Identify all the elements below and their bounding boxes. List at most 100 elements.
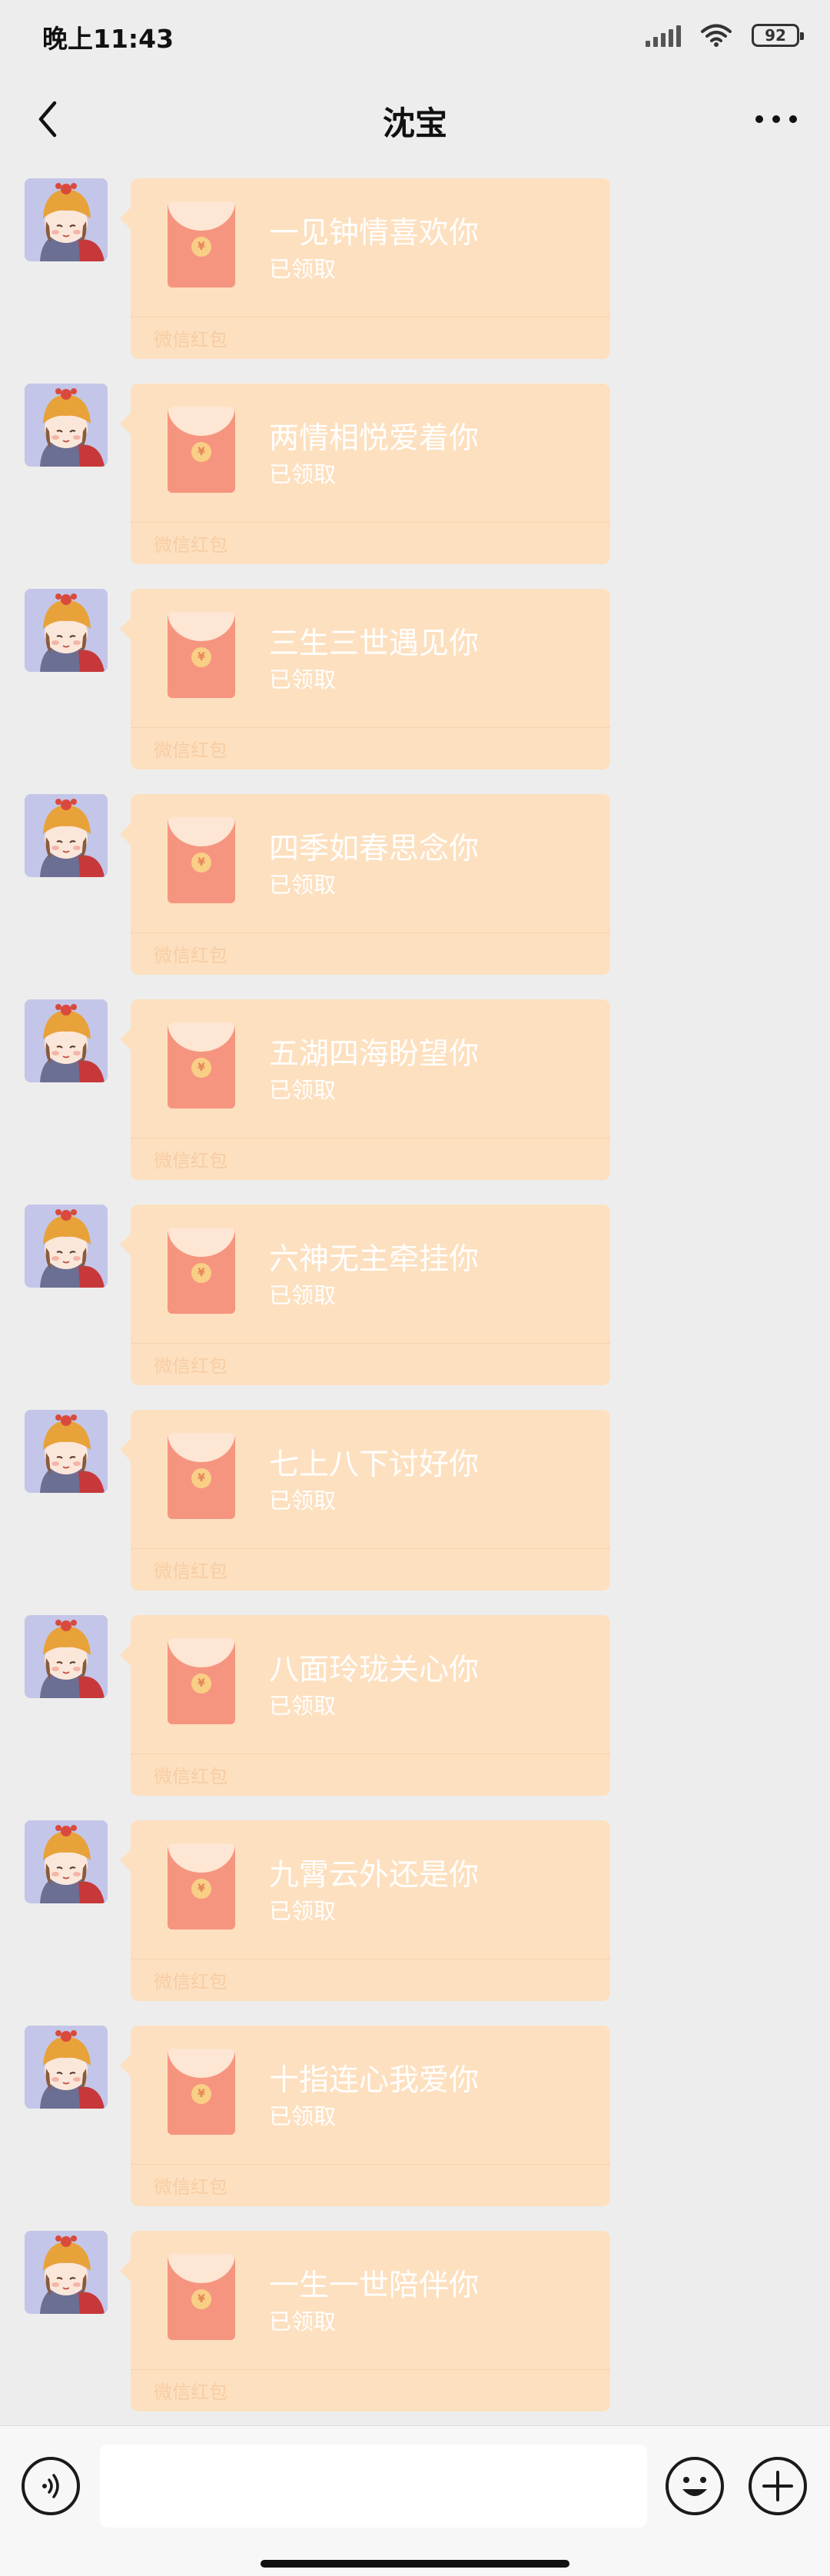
red-packet-icon: ¥ — [168, 1228, 235, 1314]
red-packet-icon: ¥ — [168, 1843, 235, 1930]
red-packet-bubble[interactable]: ¥ 三生三世遇见你 已领取 微信红包 — [120, 589, 610, 769]
message-row: ¥ 五湖四海盼望你 已领取 微信红包 — [0, 999, 830, 1180]
red-packet-coin: ¥ — [191, 1058, 211, 1078]
signal-icon — [646, 24, 681, 47]
red-packet-bubble[interactable]: ¥ 一生一世陪伴你 已领取 微信红包 — [120, 2231, 610, 2411]
red-packet-bubble[interactable]: ¥ 九霄云外还是你 已领取 微信红包 — [120, 1820, 610, 2001]
message-row: ¥ 七上八下讨好你 已领取 微信红包 — [0, 1410, 830, 1590]
avatar[interactable] — [25, 1410, 108, 1493]
red-packet-bubble[interactable]: ¥ 两情相悦爱着你 已领取 微信红包 — [120, 384, 610, 564]
red-packet-divider — [131, 2369, 610, 2370]
message-row: ¥ 十指连心我爱你 已领取 微信红包 — [0, 2026, 830, 2206]
red-packet-status: 已领取 — [269, 1898, 337, 1924]
red-packet-bubble[interactable]: ¥ 八面玲珑关心你 已领取 微信红包 — [120, 1615, 610, 1796]
red-packet-icon: ¥ — [168, 2049, 235, 2135]
red-packet-title: 五湖四海盼望你 — [269, 1037, 480, 1072]
red-packet-icon: ¥ — [168, 2254, 235, 2340]
avatar[interactable] — [25, 2026, 108, 2109]
red-packet-title: 一见钟情喜欢你 — [269, 216, 480, 251]
red-packet-status: 已领取 — [269, 2308, 337, 2335]
avatar-image — [25, 2231, 108, 2314]
avatar[interactable] — [25, 384, 108, 467]
red-packet-coin: ¥ — [191, 1263, 211, 1283]
red-packet-coin: ¥ — [191, 2289, 211, 2309]
red-packet-status: 已领取 — [269, 461, 337, 487]
red-packet-footer: 微信红包 — [154, 945, 227, 966]
smiley-icon — [682, 2477, 707, 2496]
avatar[interactable] — [25, 999, 108, 1082]
red-packet-footer: 微信红包 — [154, 740, 227, 761]
red-packet-icon: ¥ — [168, 407, 235, 493]
red-packet-status: 已领取 — [269, 256, 337, 282]
red-packet-icon: ¥ — [168, 201, 235, 288]
battery-icon: 92 — [752, 24, 804, 47]
red-packet-status: 已领取 — [269, 872, 337, 898]
avatar-image — [25, 1820, 108, 1903]
red-packet-divider — [131, 727, 610, 728]
avatar-image — [25, 1205, 108, 1288]
red-packet-coin: ¥ — [191, 1468, 211, 1488]
red-packet-status: 已领取 — [269, 1282, 337, 1308]
avatar-image — [25, 178, 108, 261]
red-packet-footer: 微信红包 — [154, 2176, 227, 2198]
red-packet-footer: 微信红包 — [154, 1766, 227, 1787]
avatar-image — [25, 999, 108, 1082]
red-packet-icon: ¥ — [168, 1433, 235, 1519]
message-row: ¥ 两情相悦爱着你 已领取 微信红包 — [0, 384, 830, 564]
nav-bar: 沈宝 — [0, 73, 830, 165]
red-packet-divider — [131, 1753, 610, 1754]
avatar[interactable] — [25, 178, 108, 261]
red-packet-coin: ¥ — [191, 853, 211, 873]
voice-button[interactable] — [22, 2457, 80, 2515]
red-packet-title: 一生一世陪伴你 — [269, 2269, 480, 2303]
more-button[interactable] — [745, 95, 807, 144]
avatar-image — [25, 2026, 108, 2109]
status-time: 晚上11:43 — [42, 24, 174, 54]
red-packet-coin: ¥ — [191, 442, 211, 462]
red-packet-title: 四季如春思念你 — [269, 832, 480, 866]
plus-icon — [762, 2471, 793, 2501]
red-packet-bubble[interactable]: ¥ 十指连心我爱你 已领取 微信红包 — [120, 2026, 610, 2206]
wifi-icon — [701, 24, 732, 47]
red-packet-footer: 微信红包 — [154, 534, 227, 556]
avatar[interactable] — [25, 2231, 108, 2314]
avatar[interactable] — [25, 1615, 108, 1698]
red-packet-icon: ¥ — [168, 1638, 235, 1724]
red-packet-footer: 微信红包 — [154, 1355, 227, 1377]
red-packet-title: 十指连心我爱你 — [269, 2063, 480, 2098]
input-bar — [0, 2425, 830, 2576]
message-row: ¥ 六神无主牵挂你 已领取 微信红包 — [0, 1205, 830, 1385]
chat-title: 沈宝 — [382, 105, 447, 142]
red-packet-bubble[interactable]: ¥ 六神无主牵挂你 已领取 微信红包 — [120, 1205, 610, 1385]
red-packet-coin: ¥ — [191, 2084, 211, 2104]
message-row: ¥ 一生一世陪伴你 已领取 微信红包 — [0, 2231, 830, 2411]
red-packet-bubble[interactable]: ¥ 五湖四海盼望你 已领取 微信红包 — [120, 999, 610, 1180]
avatar-image — [25, 589, 108, 672]
avatar[interactable] — [25, 1820, 108, 1903]
red-packet-bubble[interactable]: ¥ 四季如春思念你 已领取 微信红包 — [120, 794, 610, 975]
avatar[interactable] — [25, 794, 108, 877]
message-input[interactable] — [100, 2445, 647, 2528]
red-packet-footer: 微信红包 — [154, 1150, 227, 1172]
avatar[interactable] — [25, 1205, 108, 1288]
red-packet-coin: ¥ — [191, 1674, 211, 1694]
add-button[interactable] — [749, 2457, 807, 2515]
red-packet-icon: ¥ — [168, 1022, 235, 1109]
emoji-button[interactable] — [666, 2457, 724, 2515]
red-packet-icon: ¥ — [168, 612, 235, 698]
red-packet-title: 八面玲珑关心你 — [269, 1653, 480, 1687]
red-packet-icon: ¥ — [168, 817, 235, 903]
avatar[interactable] — [25, 589, 108, 672]
red-packet-divider — [131, 522, 610, 523]
red-packet-footer: 微信红包 — [154, 1971, 227, 1993]
battery-level: 92 — [765, 26, 786, 45]
red-packet-status: 已领取 — [269, 2103, 337, 2129]
red-packet-bubble[interactable]: ¥ 七上八下讨好你 已领取 微信红包 — [120, 1410, 610, 1590]
avatar-image — [25, 1615, 108, 1698]
home-indicator — [261, 2560, 569, 2568]
avatar-image — [25, 384, 108, 467]
message-row: ¥ 四季如春思念你 已领取 微信红包 — [0, 794, 830, 975]
red-packet-title: 六神无主牵挂你 — [269, 1242, 480, 1277]
red-packet-bubble[interactable]: ¥ 一见钟情喜欢你 已领取 微信红包 — [120, 178, 610, 359]
red-packet-divider — [131, 1343, 610, 1344]
